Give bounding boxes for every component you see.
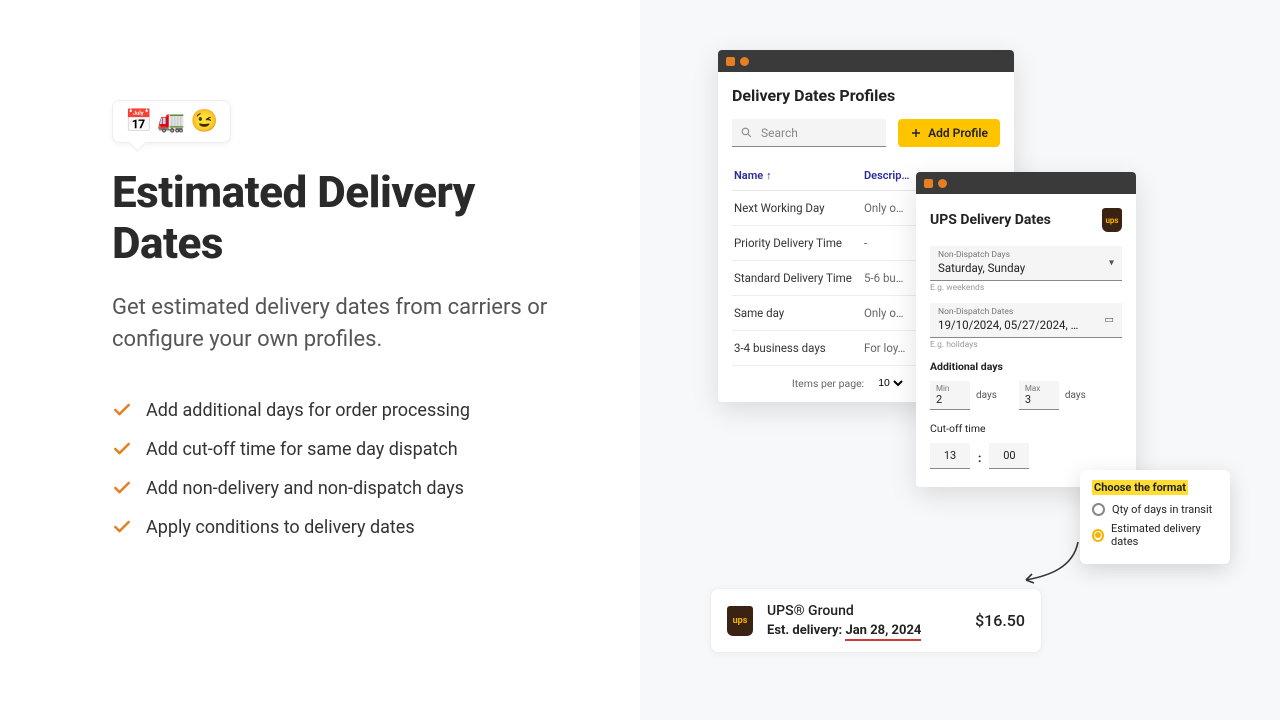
cell-name: Next Working Day <box>734 201 864 215</box>
radio-label: Qty of days in transit <box>1112 503 1212 516</box>
estimated-delivery: Est. delivery: Jan 28, 2024 <box>767 623 921 638</box>
ups-panel-title: UPS Delivery Dates <box>930 212 1051 228</box>
profiles-title: Delivery Dates Profiles <box>732 86 1000 105</box>
field-value: 2 <box>936 393 964 406</box>
cell-name: Priority Delivery Time <box>734 236 864 250</box>
cell-desc: Only o… <box>864 306 904 320</box>
field-hint: E.g. weekends <box>930 283 1122 293</box>
check-icon <box>112 400 132 420</box>
cutoff-label: Cut-off time <box>930 422 1122 435</box>
pager-label: Items per page: <box>792 377 864 390</box>
shipping-price: $16.50 <box>975 611 1025 630</box>
popover-title: Choose the format <box>1092 480 1188 495</box>
list-item-label: Add additional days for order processing <box>146 400 470 421</box>
field-label: Non-Dispatch Dates <box>938 307 1114 317</box>
cell-desc: Only o… <box>864 201 904 215</box>
radio-icon <box>1092 503 1105 516</box>
radio-option-estimated[interactable]: Estimated delivery dates <box>1092 522 1218 548</box>
list-item: Add non-delivery and non-dispatch days <box>112 478 580 499</box>
add-profile-label: Add Profile <box>928 126 988 140</box>
feature-checklist: Add additional days for order processing… <box>112 400 580 538</box>
window-control-icon <box>726 57 735 66</box>
window-control-icon <box>740 57 749 66</box>
ups-logo-icon: ups <box>727 606 753 636</box>
field-value: 3 <box>1025 393 1053 406</box>
radio-option-qty[interactable]: Qty of days in transit <box>1092 503 1218 516</box>
max-days-input[interactable]: Max 3 <box>1019 381 1059 410</box>
check-icon <box>112 517 132 537</box>
cutoff-minute-input[interactable]: 00 <box>989 443 1029 469</box>
ups-logo-icon: ups <box>1102 208 1122 232</box>
calendar-icon: ▭ <box>1105 315 1114 326</box>
list-item-label: Apply conditions to delivery dates <box>146 517 415 538</box>
field-hint: E.g. holidays <box>930 340 1122 350</box>
radio-icon <box>1092 529 1104 542</box>
format-popover: Choose the format Qty of days in transit… <box>1080 470 1230 564</box>
hero-emoji: 📅 🚛 😉 <box>125 109 218 134</box>
min-days-input[interactable]: Min 2 <box>930 381 970 410</box>
shipping-result-card: ups UPS® Ground Est. delivery: Jan 28, 2… <box>710 588 1042 653</box>
non-dispatch-days-select[interactable]: Non-Dispatch Days Saturday, Sunday ▾ <box>930 246 1122 281</box>
time-colon: : <box>978 451 981 469</box>
radio-label: Estimated delivery dates <box>1111 522 1218 548</box>
field-value: Saturday, Sunday <box>938 260 1114 276</box>
non-dispatch-dates-input[interactable]: Non-Dispatch Dates 19/10/2024, 05/27/202… <box>930 303 1122 338</box>
list-item: Apply conditions to delivery dates <box>112 517 580 538</box>
cell-desc: For loy… <box>864 341 905 355</box>
add-profile-button[interactable]: Add Profile <box>898 119 1000 147</box>
items-per-page-select[interactable]: 10 <box>874 376 906 390</box>
ups-panel: UPS Delivery Dates ups Non-Dispatch Days… <box>916 172 1136 487</box>
list-item: Add additional days for order processing <box>112 400 580 421</box>
est-prefix: Est. delivery: <box>767 623 845 638</box>
field-label: Min <box>936 384 964 393</box>
est-date: Jan 28, 2024 <box>845 623 921 641</box>
sort-asc-icon: ↑ <box>766 169 772 182</box>
cell-name: Same day <box>734 306 864 320</box>
plus-icon <box>910 127 922 139</box>
cell-desc: 5-6 bu… <box>864 271 903 285</box>
search-input[interactable]: Search <box>732 119 886 147</box>
unit-label: days <box>976 390 997 401</box>
field-value: 19/10/2024, 05/27/2024, … <box>938 317 1114 333</box>
column-name[interactable]: Name ↑ <box>734 169 864 182</box>
list-item: Add cut-off time for same day dispatch <box>112 439 580 460</box>
page-title: Estimated Delivery Dates <box>112 167 580 268</box>
field-label: Max <box>1025 384 1053 393</box>
cutoff-hour-input[interactable]: 13 <box>930 443 970 469</box>
cell-name: Standard Delivery Time <box>734 271 864 285</box>
window-control-icon <box>938 179 947 188</box>
unit-label: days <box>1065 390 1086 401</box>
carrier-name: UPS® Ground <box>767 603 921 619</box>
chevron-down-icon: ▾ <box>1109 258 1114 269</box>
search-icon <box>740 126 753 139</box>
check-icon <box>112 439 132 459</box>
curved-arrow-icon <box>1018 538 1088 588</box>
additional-days-label: Additional days <box>930 360 1122 373</box>
column-description[interactable]: Descrip… <box>864 169 909 182</box>
window-titlebar <box>916 172 1136 194</box>
search-placeholder: Search <box>761 126 798 140</box>
check-icon <box>112 478 132 498</box>
list-item-label: Add cut-off time for same day dispatch <box>146 439 458 460</box>
window-titlebar <box>718 50 1014 72</box>
list-item-label: Add non-delivery and non-dispatch days <box>146 478 464 499</box>
field-label: Non-Dispatch Days <box>938 250 1114 260</box>
page-subtitle: Get estimated delivery dates from carrie… <box>112 292 552 356</box>
window-control-icon <box>924 179 933 188</box>
emoji-bubble: 📅 🚛 😉 <box>112 100 231 143</box>
cell-name: 3-4 business days <box>734 341 864 355</box>
cell-desc: - <box>864 236 867 250</box>
